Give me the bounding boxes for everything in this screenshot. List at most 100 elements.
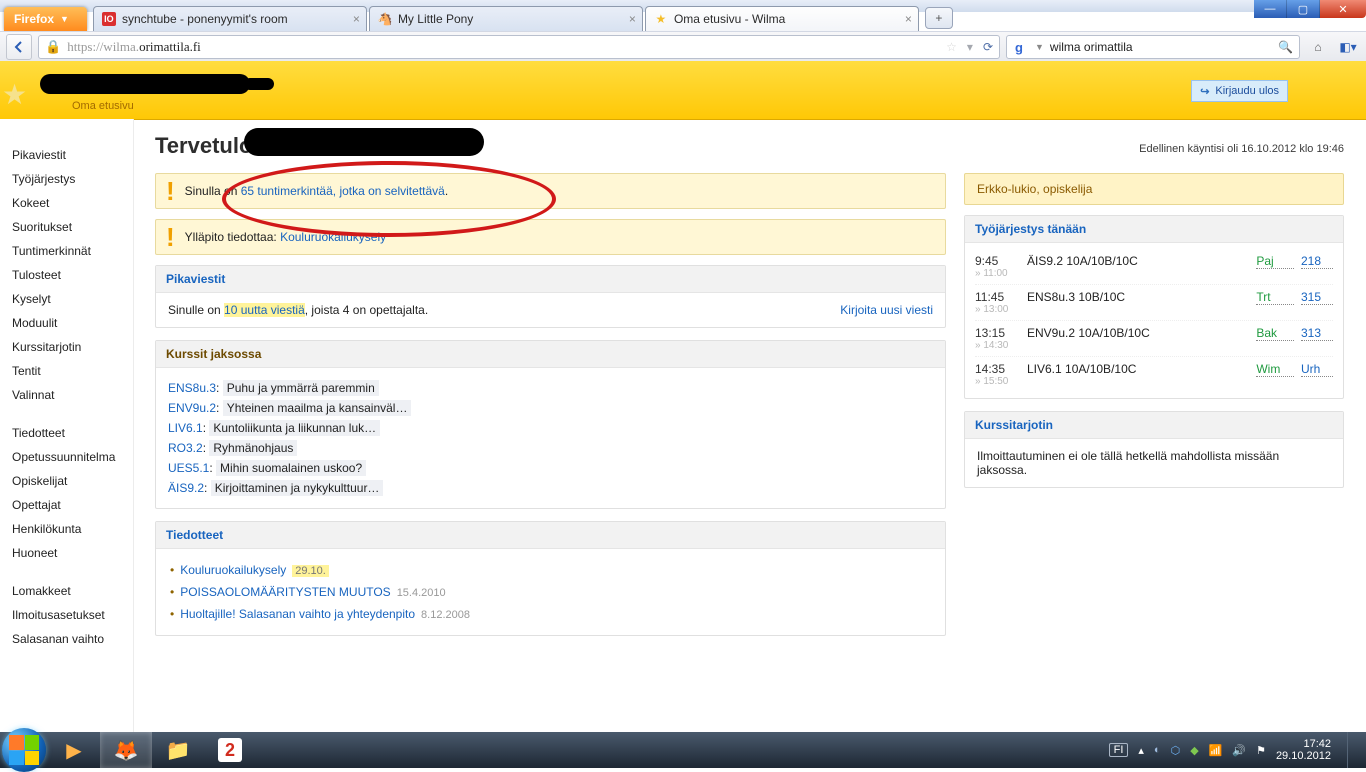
schedule-room-link[interactable]: 315 <box>1301 290 1333 305</box>
sidebar-item[interactable]: Työjärjestys <box>0 167 133 191</box>
tab-mlp[interactable]: 🐴 My Little Pony × <box>369 6 643 31</box>
sidebar-item[interactable]: Kurssitarjotin <box>0 335 133 359</box>
tray-volume-icon[interactable]: 🔊 <box>1232 744 1246 757</box>
taskbar-media-player[interactable]: ▶ <box>48 732 100 768</box>
schedule-room-link[interactable]: 313 <box>1301 326 1333 341</box>
google-search-engine-icon[interactable]: g <box>1013 39 1029 55</box>
close-icon[interactable]: × <box>905 12 912 26</box>
close-icon[interactable]: × <box>629 12 636 26</box>
panel-schedule: Työjärjestys tänään 9:45» 11:00ÄIS9.2 10… <box>964 215 1344 399</box>
schedule-room-link[interactable]: Urh <box>1301 362 1333 377</box>
sidebar-item[interactable]: Opiskelijat <box>0 469 133 493</box>
sidebar-item[interactable]: Tulosteet <box>0 263 133 287</box>
schedule-end: » 14:30 <box>975 340 1027 351</box>
reload-icon[interactable]: ⟳ <box>983 40 993 54</box>
sidebar-item[interactable]: Tuntimerkinnät <box>0 239 133 263</box>
taskbar-app-gw2[interactable]: 2 <box>204 732 256 768</box>
new-tab-button[interactable]: + <box>925 7 953 29</box>
system-tray: FI ▴ ◐ ⬡ ◆ 📶 🔊 ⚑ 17:42 29.10.2012 <box>1109 732 1366 768</box>
schedule-end: » 13:00 <box>975 304 1027 315</box>
tray-show-hidden-icon[interactable]: ▴ <box>1138 744 1144 757</box>
tab-synchtube[interactable]: IO synchtube - ponenyymit's room × <box>93 6 367 31</box>
course-tray-text: Ilmoittautuminen ei ole tällä hetkellä m… <box>965 439 1343 487</box>
tab-wilma[interactable]: ★ Oma etusivu - Wilma × <box>645 6 919 31</box>
quickmsg-unread-link[interactable]: 10 uutta viestiä <box>224 303 305 317</box>
schedule-course: ENV9u.2 10A/10B/10C <box>1027 326 1256 340</box>
warning-icon: ! <box>166 228 175 246</box>
input-language[interactable]: FI <box>1109 743 1129 757</box>
tray-flag-icon[interactable]: ⚑ <box>1256 744 1266 757</box>
search-query: wilma orimattila <box>1050 40 1272 54</box>
sidebar-item[interactable]: Huoneet <box>0 541 133 565</box>
sidebar-item[interactable]: Opettajat <box>0 493 133 517</box>
url-bar[interactable]: 🔒 https://wilma.orimattila.fi ☆ ▾ ⟳ <box>38 35 1000 59</box>
search-bar[interactable]: g ▼ wilma orimattila 🔍 <box>1006 35 1300 59</box>
tray-icon[interactable]: ◐ <box>1154 744 1161 756</box>
sidebar-item[interactable]: Moduulit <box>0 311 133 335</box>
search-icon[interactable]: 🔍 <box>1278 40 1293 54</box>
sidebar-item[interactable]: Tiedotteet <box>0 421 133 445</box>
sidebar-item[interactable]: Salasanan vaihto <box>0 627 133 651</box>
bullet-icon: • <box>170 585 174 599</box>
breadcrumb[interactable]: Oma etusivu <box>72 100 134 112</box>
start-button[interactable] <box>0 732 48 768</box>
sidebar-item[interactable]: Kyselyt <box>0 287 133 311</box>
home-button[interactable]: ⌂ <box>1306 35 1330 59</box>
announcement-date: 15.4.2010 <box>397 587 446 599</box>
course-code-link[interactable]: RO3.2 <box>168 441 203 455</box>
sidebar-item[interactable]: Kokeet <box>0 191 133 215</box>
course-code-link[interactable]: LIV6.1 <box>168 421 203 435</box>
schedule-row: 11:45» 13:00ENS8u.3 10B/10CTrt 315 <box>975 284 1333 320</box>
sidebar-item[interactable]: Lomakkeet <box>0 579 133 603</box>
dropdown-icon[interactable]: ▾ <box>967 40 973 54</box>
course-code-link[interactable]: ENS8u.3 <box>168 381 216 395</box>
logout-button[interactable]: ↪ Kirjaudu ulos <box>1191 80 1288 102</box>
bookmark-star-icon[interactable]: ☆ <box>946 40 957 54</box>
taskbar-explorer[interactable]: 📁 <box>152 732 204 768</box>
sidebar-item[interactable]: Tentit <box>0 359 133 383</box>
schedule-teacher-link[interactable]: Bak <box>1256 326 1294 341</box>
announcement-link[interactable]: POISSAOLOMÄÄRITYSTEN MUUTOS <box>180 585 390 599</box>
close-icon[interactable]: × <box>353 12 360 26</box>
sidebar-item[interactable]: Ilmoitusasetukset <box>0 603 133 627</box>
sidebar-item[interactable]: Henkilökunta <box>0 517 133 541</box>
sidebar-item[interactable]: Valinnat <box>0 383 133 407</box>
show-desktop-button[interactable] <box>1347 732 1360 768</box>
course-code-link[interactable]: ENV9u.2 <box>168 401 216 415</box>
schedule-room-link[interactable]: 218 <box>1301 254 1333 269</box>
taskbar-firefox[interactable]: 🦊 <box>100 732 152 768</box>
sidebar-item[interactable]: Suoritukset <box>0 215 133 239</box>
quickmsg-text: Sinulle on 10 uutta viestiä, joista 4 on… <box>168 303 428 317</box>
tray-network-icon[interactable]: 📶 <box>1209 744 1223 757</box>
url-text: https://wilma.orimattila.fi <box>67 39 940 55</box>
taskbar-clock[interactable]: 17:42 29.10.2012 <box>1276 738 1331 762</box>
schedule-teacher-link[interactable]: Wim <box>1256 362 1294 377</box>
sidebar-item[interactable]: Opetussuunnitelma <box>0 445 133 469</box>
schedule-teacher-link[interactable]: Trt <box>1256 290 1294 305</box>
announcement-link[interactable]: Kouluruokailukysely <box>180 563 286 577</box>
firefox-menu-button[interactable]: Firefox ▼ <box>4 7 87 31</box>
firefox-tabstrip: Firefox ▼ IO synchtube - ponenyymit's ro… <box>0 4 1366 31</box>
back-button[interactable] <box>6 34 32 60</box>
bookmarks-menu-button[interactable]: ◧▾ <box>1336 35 1360 59</box>
panel-title: Tiedotteet <box>156 522 945 549</box>
panel-title: Pikaviestit <box>156 266 945 293</box>
sidebar-item[interactable]: Pikaviestit <box>0 143 133 167</box>
alert-text: Ylläpito tiedottaa: Kouluruokailukysely <box>185 230 386 244</box>
search-dropdown-icon[interactable]: ▼ <box>1035 42 1044 52</box>
tray-icon[interactable]: ◆ <box>1190 744 1198 757</box>
course-code-link[interactable]: ÄIS9.2 <box>168 481 204 495</box>
navbar: 🔒 https://wilma.orimattila.fi ☆ ▾ ⟳ g ▼ … <box>0 31 1366 63</box>
course-code-link[interactable]: UES5.1 <box>168 461 209 475</box>
course-row: ENV9u.2: Yhteinen maailma ja kansainväl… <box>168 398 933 418</box>
panel-courses: Kurssit jaksossa ENS8u.3: Puhu ja ymmärr… <box>155 340 946 509</box>
content: Tervetuloa Edellinen käyntisi oli 16.10.… <box>133 119 1366 732</box>
alert-attendance-link[interactable]: 65 tuntimerkintää, jotka on selvitettävä <box>241 184 445 198</box>
schedule-teacher-link[interactable]: Paj <box>1256 254 1294 269</box>
panel-announcements: Tiedotteet •Kouluruokailukysely29.10.•PO… <box>155 521 946 636</box>
profile-role-box: Erkko-lukio, opiskelija <box>964 173 1344 205</box>
announcement-link[interactable]: Huoltajille! Salasanan vaihto ja yhteyde… <box>180 607 415 621</box>
tray-icon[interactable]: ⬡ <box>1171 744 1181 757</box>
write-new-message-link[interactable]: Kirjoita uusi viesti <box>840 303 933 317</box>
alert-admin-link[interactable]: Kouluruokailukysely <box>280 230 386 244</box>
